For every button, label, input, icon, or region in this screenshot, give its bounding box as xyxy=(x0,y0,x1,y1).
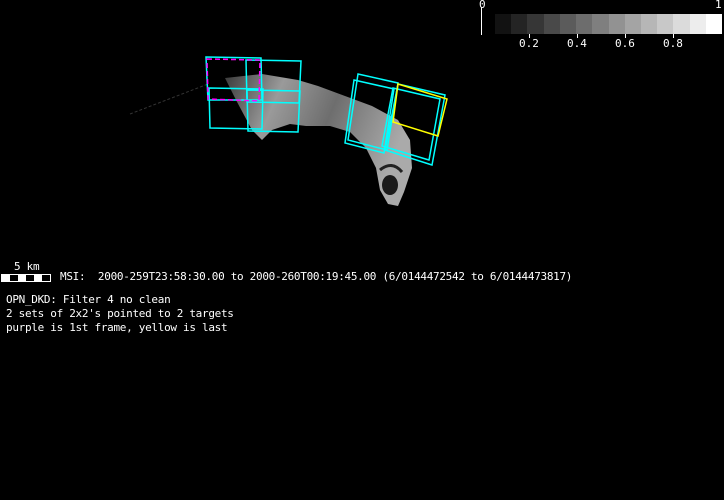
colorbar-step xyxy=(705,14,723,34)
observation-header: MSI: 2000-259T23:58:30.00 to 2000-260T00… xyxy=(60,270,573,283)
colorbar-step xyxy=(559,14,577,34)
note-targets: 2 sets of 2x2's pointed to 2 targets xyxy=(6,307,234,320)
colorbar-tick-label: 0.2 xyxy=(519,37,539,50)
colorbar-step xyxy=(608,14,625,34)
crater xyxy=(382,175,398,195)
colorbar-step xyxy=(543,14,560,34)
colorbar-step xyxy=(576,14,593,34)
scale-bar-label: 5 km xyxy=(14,260,40,273)
colorbar-step xyxy=(640,14,658,34)
colorbar-tick-label: 0.6 xyxy=(615,37,635,50)
colorbar-zero-line xyxy=(481,7,482,35)
colorbar-step xyxy=(657,14,674,34)
colorbar-tick-label: 0.8 xyxy=(663,37,683,50)
colorbar-max-label: 1 xyxy=(715,0,722,11)
asteroid-scene xyxy=(129,56,448,206)
colorbar-step xyxy=(592,14,609,34)
scale-bar xyxy=(1,274,51,282)
colorbar-step xyxy=(689,14,706,34)
colorbar-tick-label: 0.4 xyxy=(567,37,587,50)
colorbar-step xyxy=(624,14,641,34)
msi-footprint-view: 0 1 0.2 0.4 0.6 0.8 5 km MSI: 2000-259T23:5… xyxy=(0,0,724,500)
note-filter: OPN_DKD: Filter 4 no clean xyxy=(6,293,171,306)
note-legend: purple is 1st frame, yellow is last xyxy=(6,321,228,334)
colorbar-step xyxy=(673,14,690,34)
colorbar-step xyxy=(511,14,528,34)
colorbar-steps xyxy=(495,14,723,34)
colorbar-min-label: 0 xyxy=(479,0,486,11)
limb-streak xyxy=(129,83,209,115)
colorbar-step xyxy=(527,14,544,34)
colorbar-step xyxy=(495,14,512,34)
